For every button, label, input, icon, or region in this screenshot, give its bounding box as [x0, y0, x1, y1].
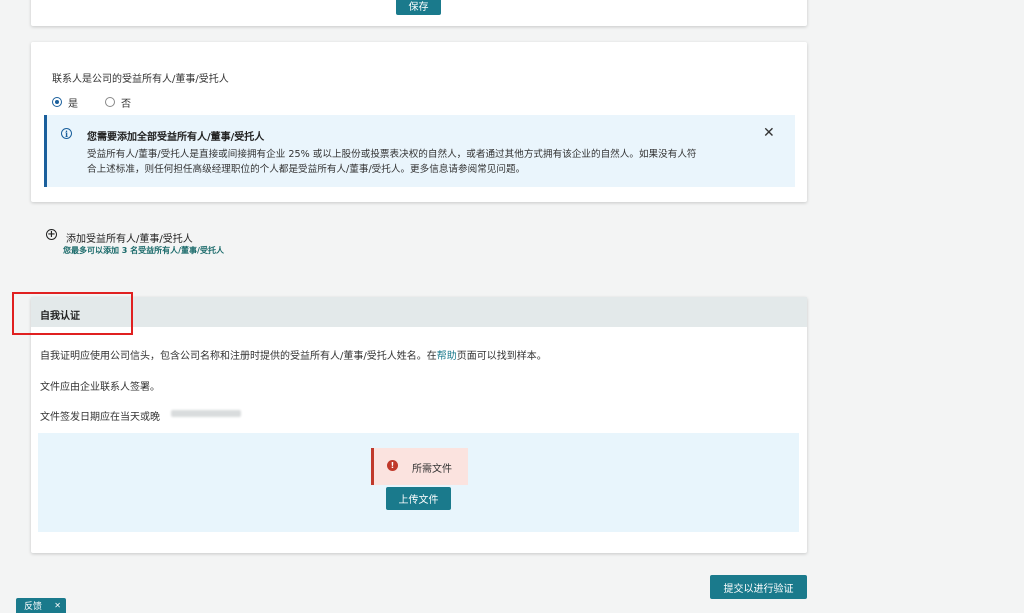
radio-yes-label: 是: [68, 99, 78, 110]
add-circle-icon[interactable]: +: [46, 229, 57, 240]
error-icon: !: [387, 460, 398, 471]
upload-area: ! 所需文件 上传文件: [38, 433, 799, 532]
p1-text-after: 页面可以找到样本。: [456, 351, 547, 362]
self-cert-paragraph-1: 自我证明应使用公司信头，包含公司名称和注册时提供的受益所有人/董事/受托人姓名。…: [40, 347, 547, 362]
required-label: 所需文件: [412, 464, 452, 475]
redacted-text: [171, 410, 241, 417]
required-document-alert: ! 所需文件: [371, 448, 468, 485]
self-cert-paragraph-2: 文件应由企业联系人签署。: [40, 382, 160, 393]
add-owner-hint: 您最多可以添加 3 名受益所有人/董事/受托人: [63, 246, 224, 255]
info-text-line2: 合上述标准，则任何担任高级经理职位的个人都是受益所有人/董事/受托人。更多信息请…: [87, 164, 526, 175]
radio-no-label: 否: [121, 99, 131, 110]
submit-verification-button[interactable]: 提交以进行验证: [710, 575, 807, 599]
self-cert-paragraph-3: 文件签发日期应在当天或晚: [40, 408, 160, 423]
upload-button[interactable]: 上传文件: [386, 487, 451, 510]
self-cert-header: 自我认证: [31, 297, 807, 327]
highlight-box: [12, 292, 133, 335]
info-text-line1: 受益所有人/董事/受托人是直接或间接拥有企业 25% 或以上股份或投票表决权的自…: [87, 149, 697, 160]
info-alert: i 您需要添加全部受益所有人/董事/受托人 受益所有人/董事/受托人是直接或间接…: [44, 115, 795, 187]
top-card: 保存: [31, 0, 807, 26]
radio-no[interactable]: [105, 97, 115, 107]
close-icon[interactable]: ✕: [763, 126, 775, 140]
info-icon: i: [61, 128, 72, 139]
radio-yes[interactable]: [52, 97, 62, 107]
save-button[interactable]: 保存: [396, 0, 441, 15]
add-owner-link[interactable]: 添加受益所有人/董事/受托人: [66, 230, 193, 245]
p3-text: 文件签发日期应在当天或晚: [40, 412, 160, 423]
help-link[interactable]: 帮助: [437, 351, 457, 362]
feedback-label: 反馈: [24, 602, 43, 612]
self-cert-card: 自我认证 自我证明应使用公司信头，包含公司名称和注册时提供的受益所有人/董事/受…: [31, 297, 807, 553]
p1-text-before: 自我证明应使用公司信头，包含公司名称和注册时提供的受益所有人/董事/受托人姓名。…: [40, 351, 437, 362]
feedback-close-icon[interactable]: ✕: [54, 601, 61, 610]
contact-card: 联系人是公司的受益所有人/董事/受托人 是 否 i 您需要添加全部受益所有人/董…: [31, 42, 807, 202]
feedback-tab[interactable]: 反馈 ✕: [16, 598, 66, 613]
info-title: 您需要添加全部受益所有人/董事/受托人: [87, 132, 265, 143]
contact-question: 联系人是公司的受益所有人/董事/受托人: [52, 74, 229, 85]
